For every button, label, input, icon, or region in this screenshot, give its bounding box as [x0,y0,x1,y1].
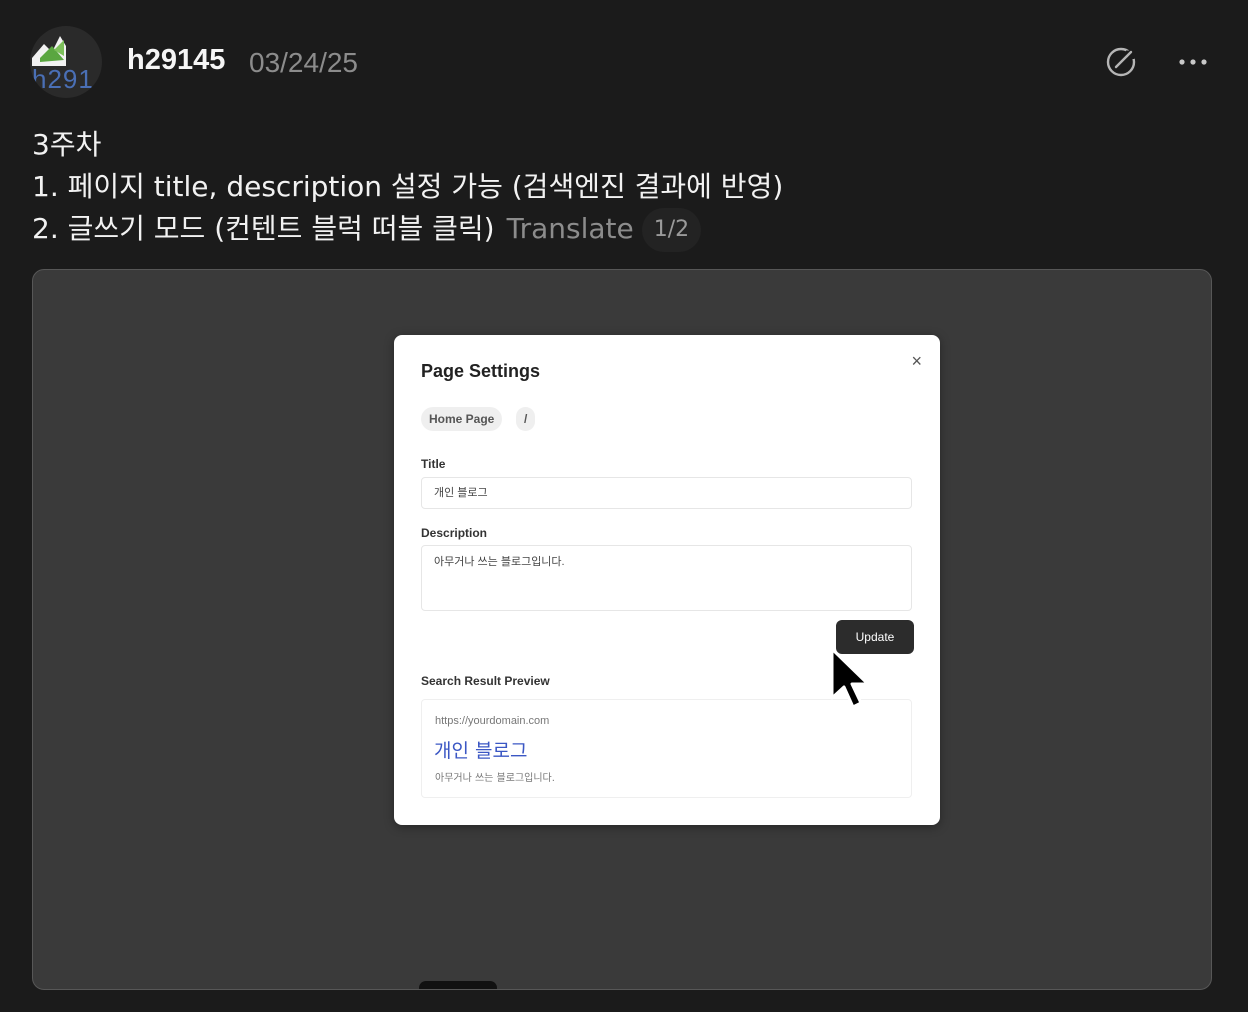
breadcrumb-root[interactable]: / [516,407,536,431]
description-textarea[interactable]: 아무거나 쓰는 블로그입니다. [421,545,912,611]
post-text: 3주차 1. 페이지 title, description 설정 가능 (검색엔… [32,124,783,252]
avatar-text: h291 [32,64,94,94]
post-line: 3주차 [32,128,102,161]
post-line-last: 2. 글쓰기 모드 (컨텐트 블럭 떠블 클릭) Translate 1/2 [32,208,783,252]
page-settings-modal: Page Settings × Home Page / Title 개인 블로그… [394,335,940,825]
modal-title: Page Settings [421,361,541,381]
thread-post: h291 h29145 03/24/25 3주차 1. 페이지 title, d… [0,0,1248,1012]
username[interactable]: h29145 [127,44,225,77]
preview-url: https://yourdomain.com [435,715,550,727]
more-icon[interactable] [1173,42,1213,82]
preview-description: 아무거나 쓰는 블로그입니다. [435,773,555,784]
post-line-text: 2. 글쓰기 모드 (컨텐트 블럭 떠블 클릭) [32,212,495,245]
preview-title: 개인 블로그 [434,740,528,762]
avatar[interactable]: h291 [30,26,102,98]
post-date: 03/24/25 [249,47,358,78]
close-icon[interactable]: × [911,351,922,372]
media-attachment[interactable]: Page Settings × Home Page / Title 개인 블로그… [32,269,1212,990]
scroll-handle[interactable] [419,981,497,989]
edit-circle-icon[interactable] [1101,42,1141,82]
title-input[interactable]: 개인 블로그 [421,477,912,509]
description-label: Description [421,526,488,540]
breadcrumb-home[interactable]: Home Page [421,407,503,431]
search-preview-card: https://yourdomain.com 개인 블로그 아무거나 쓰는 블로… [421,699,912,798]
post-line: 1. 페이지 title, description 설정 가능 (검색엔진 결과… [32,170,784,203]
preview-label: Search Result Preview [421,674,550,688]
media-page-indicator: 1/2 [641,208,702,252]
translate-link[interactable]: Translate [507,212,634,245]
mouse-cursor-icon [830,647,870,709]
title-label: Title [421,457,446,471]
